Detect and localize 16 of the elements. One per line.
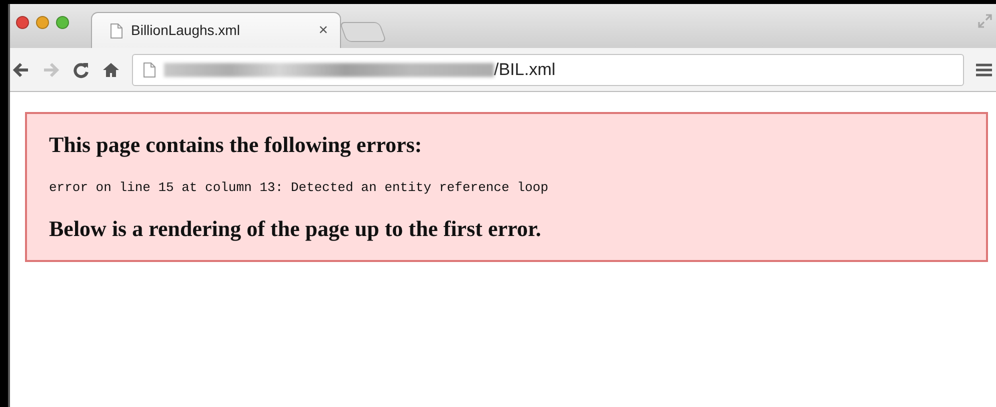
page-icon <box>110 22 123 38</box>
menu-icon[interactable] <box>976 62 992 76</box>
close-window-icon[interactable] <box>16 16 29 28</box>
page-icon <box>143 62 156 78</box>
error-message: error on line 15 at column 13: Detected an entity reference loop <box>49 179 550 198</box>
tab-close-button[interactable]: × <box>318 22 328 38</box>
error-heading: This page contains the following errors: <box>49 132 423 158</box>
url-text: /BIL.xml <box>494 58 556 81</box>
zoom-window-icon[interactable] <box>56 16 69 28</box>
back-icon[interactable] <box>12 60 30 78</box>
address-bar[interactable]: /BIL.xml <box>132 54 964 86</box>
error-footer: Below is a rendering of the page up to the first error. <box>49 216 964 242</box>
minimize-window-icon[interactable] <box>36 16 49 28</box>
browser-tab[interactable]: BillionLaughs.xml × <box>91 12 341 48</box>
reload-icon[interactable] <box>72 60 90 78</box>
home-icon[interactable] <box>102 60 120 78</box>
